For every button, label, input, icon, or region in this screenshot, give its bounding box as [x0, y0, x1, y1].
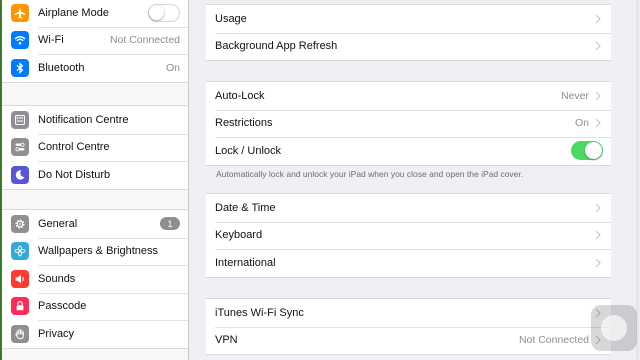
chevron-right-icon	[595, 13, 603, 25]
settings-group-lock: Auto-Lock Never Restrictions On Lock / U…	[206, 81, 611, 166]
sidebar-item-wallpapers-brightness[interactable]: Wallpapers & Brightness	[2, 237, 188, 266]
sidebar-item-label: Passcode	[38, 300, 87, 313]
settings-group-regional: Date & Time Keyboard International	[206, 193, 611, 278]
sidebar-item-label: Bluetooth	[38, 61, 85, 74]
row-keyboard[interactable]: Keyboard	[206, 221, 611, 250]
restrictions-value: On	[574, 117, 589, 130]
sidebar-group-connectivity: Airplane Mode Wi-Fi Not Connected Blueto…	[2, 0, 188, 83]
row-label: Restrictions	[215, 117, 273, 130]
row-label: Usage	[215, 12, 247, 25]
row-label: Background App Refresh	[215, 40, 338, 53]
sidebar-item-label: Do Not Disturb	[38, 168, 111, 181]
sidebar-item-airplane-mode[interactable]: Airplane Mode	[2, 0, 188, 27]
moon-icon	[11, 165, 29, 184]
wifi-icon	[11, 31, 29, 50]
sidebar-group-centres: Notification Centre Control Centre Do No…	[2, 105, 188, 190]
row-background-app-refresh[interactable]: Background App Refresh	[206, 32, 611, 61]
sidebar-item-passcode[interactable]: Passcode	[2, 292, 188, 321]
wifi-status: Not Connected	[109, 34, 180, 47]
row-label: iTunes Wi-Fi Sync	[215, 306, 304, 319]
chevron-right-icon	[595, 202, 603, 214]
flower-icon	[11, 242, 29, 261]
airplane-mode-toggle[interactable]	[148, 3, 180, 22]
row-label: Lock / Unlock	[215, 144, 282, 157]
settings-group-network: iTunes Wi-Fi Sync VPN Not Connected	[206, 298, 611, 355]
row-usage[interactable]: Usage	[206, 5, 611, 33]
notification-centre-icon	[11, 110, 29, 129]
sidebar-item-label: General	[38, 217, 78, 230]
chevron-right-icon	[595, 40, 603, 52]
settings-group-usage: Usage Background App Refresh	[206, 4, 611, 61]
row-international[interactable]: International	[206, 249, 611, 277]
sidebar-item-bluetooth[interactable]: Bluetooth On	[2, 54, 188, 82]
sidebar-item-control-centre[interactable]: Control Centre	[2, 133, 188, 162]
chevron-right-icon	[595, 229, 603, 241]
lock-icon	[11, 297, 29, 316]
sidebar-item-label: Control Centre	[38, 141, 110, 154]
settings-sidebar: Airplane Mode Wi-Fi Not Connected Blueto…	[2, 0, 189, 360]
gear-icon	[11, 214, 29, 233]
control-centre-icon	[11, 138, 29, 157]
row-date-time[interactable]: Date & Time	[206, 194, 611, 222]
sidebar-item-general[interactable]: General 1	[2, 210, 188, 238]
sidebar-item-do-not-disturb[interactable]: Do Not Disturb	[2, 161, 188, 189]
row-vpn[interactable]: VPN Not Connected	[206, 326, 611, 355]
general-update-badge: 1	[160, 217, 180, 231]
lock-unlock-footnote: Automatically lock and unlock your iPad …	[216, 169, 524, 179]
row-label: International	[215, 256, 276, 269]
sidebar-item-label: Wi-Fi	[38, 34, 64, 47]
chevron-right-icon	[595, 90, 603, 102]
sidebar-item-label: Wallpapers & Brightness	[38, 245, 159, 258]
airplane-icon	[11, 3, 29, 22]
assistive-touch-button[interactable]	[591, 305, 637, 351]
chevron-right-icon	[595, 117, 603, 129]
sidebar-item-label: Notification Centre	[38, 113, 129, 126]
row-itunes-wifi-sync[interactable]: iTunes Wi-Fi Sync	[206, 299, 611, 327]
lock-unlock-toggle[interactable]	[571, 141, 603, 161]
row-label: Date & Time	[215, 201, 276, 214]
scrollbar[interactable]	[636, 0, 639, 360]
sidebar-item-label: Airplane Mode	[38, 6, 109, 19]
chevron-right-icon	[595, 257, 603, 269]
vpn-status: Not Connected	[518, 334, 589, 347]
bluetooth-icon	[11, 58, 29, 77]
row-lock-unlock: Lock / Unlock	[206, 137, 611, 165]
sidebar-group-device: General 1 Wallpapers & Brightness Sounds…	[2, 209, 188, 349]
hand-icon	[11, 324, 29, 343]
assistive-touch-icon	[601, 315, 627, 341]
sidebar-item-notification-centre[interactable]: Notification Centre	[2, 106, 188, 134]
auto-lock-value: Never	[560, 89, 589, 102]
row-label: Keyboard	[215, 229, 263, 242]
sidebar-item-sounds[interactable]: Sounds	[2, 265, 188, 293]
sidebar-item-label: Sounds	[38, 272, 76, 285]
general-settings-pane: Usage Background App Refresh Auto-Lock N…	[189, 0, 640, 360]
speaker-icon	[11, 269, 29, 288]
row-label: VPN	[215, 334, 238, 347]
bluetooth-status: On	[165, 61, 180, 74]
row-auto-lock[interactable]: Auto-Lock Never	[206, 82, 611, 110]
sidebar-item-wifi[interactable]: Wi-Fi Not Connected	[2, 26, 188, 55]
sidebar-item-privacy[interactable]: Privacy	[2, 320, 188, 348]
sidebar-item-label: Privacy	[38, 327, 75, 340]
row-restrictions[interactable]: Restrictions On	[206, 109, 611, 138]
row-label: Auto-Lock	[215, 89, 265, 102]
